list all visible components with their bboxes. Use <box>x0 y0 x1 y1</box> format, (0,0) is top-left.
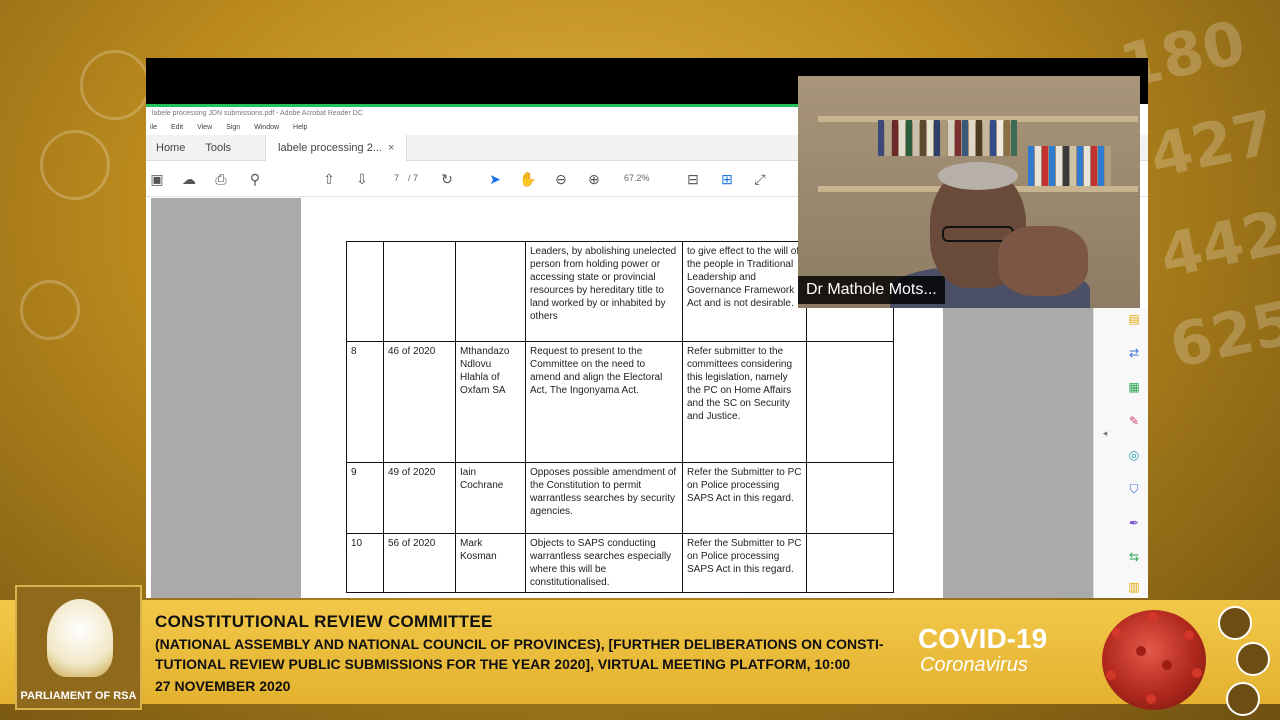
participant-video[interactable]: Dr Mathole Mots... <box>798 76 1140 308</box>
empty-cell <box>806 462 894 534</box>
covid-title: COVID-19 <box>918 623 1048 654</box>
submitter-name: Iain Cochrane <box>455 462 526 534</box>
committee-response: Refer the Submitter to PC on Police proc… <box>682 462 807 534</box>
decorative-digits: 625 <box>1164 287 1280 383</box>
fit-page-icon[interactable]: ⊟ <box>684 170 702 188</box>
committee-response: Refer submitter to the committees consid… <box>682 341 807 463</box>
menu-sign[interactable]: Sign <box>226 121 240 135</box>
virus-icon <box>1102 610 1206 710</box>
search-icon[interactable]: ⚲ <box>246 170 264 188</box>
submission-summary: Objects to SAPS conducting warrantless s… <box>525 533 683 593</box>
submitter-name: Mark Kosman <box>455 533 526 593</box>
meeting-description-line1: (NATIONAL ASSEMBLY AND NATIONAL COUNCIL … <box>155 636 884 652</box>
page-up-icon[interactable]: ⇧ <box>320 170 338 188</box>
edit-pdf-icon[interactable]: ✎ <box>1127 414 1141 428</box>
meeting-date: 27 NOVEMBER 2020 <box>155 678 291 694</box>
table-row: 10 56 of 2020 Mark Kosman Objects to SAP… <box>346 533 894 593</box>
zoom-in-icon[interactable]: ⊕ <box>585 170 603 188</box>
row-number: 8 <box>346 341 384 463</box>
submission-summary: Leaders, by abolishing unelected person … <box>525 241 683 342</box>
handwash-icon <box>1226 682 1260 716</box>
left-gray-area <box>151 198 301 598</box>
protect-icon[interactable]: ⛉ <box>1127 482 1141 496</box>
tab-tools[interactable]: Tools <box>195 142 241 154</box>
globe-icon <box>40 130 110 200</box>
submission-ref <box>383 241 456 342</box>
logo-text: PARLIAMENT OF RSA <box>20 690 137 702</box>
submission-ref: 46 of 2020 <box>383 341 456 463</box>
save-icon[interactable]: ▣ <box>148 170 166 188</box>
right-gray-area <box>943 308 1093 598</box>
decorative-digits: 427 <box>1144 97 1280 193</box>
participant-hair <box>938 162 1018 190</box>
zoom-level[interactable]: 67.2% <box>624 173 650 183</box>
participant-hand <box>998 226 1088 296</box>
menu-view[interactable]: View <box>197 121 212 135</box>
submission-summary: Request to present to the Committee on t… <box>525 341 683 463</box>
submission-ref: 56 of 2020 <box>383 533 456 593</box>
select-cursor-icon[interactable]: ➤ <box>486 170 504 188</box>
scan-icon[interactable]: ◎ <box>1127 448 1141 462</box>
tab-document[interactable]: labele processing 2... × <box>265 134 408 161</box>
zoom-out-icon[interactable]: ⊖ <box>552 170 570 188</box>
table-row: 8 46 of 2020 Mthandazo Ndlovu Hlahla of … <box>346 341 894 463</box>
menu-edit[interactable]: Edit <box>171 121 183 135</box>
submitter-name: Mthandazo Ndlovu Hlahla of Oxfam SA <box>455 341 526 463</box>
parliament-logo: PARLIAMENT OF RSA <box>15 585 142 710</box>
print-icon[interactable]: ⎙ <box>212 170 230 188</box>
tab-document-label: labele processing 2... <box>278 141 382 154</box>
participant-name-label: Dr Mathole Mots... <box>798 276 945 304</box>
row-number: 9 <box>346 462 384 534</box>
fullscreen-icon[interactable]: ⤢ <box>751 170 769 188</box>
page-total: / 7 <box>408 173 419 183</box>
create-pdf-icon[interactable]: ▦ <box>1127 380 1141 394</box>
empty-cell <box>806 341 894 463</box>
rotate-icon[interactable]: ↻ <box>438 170 456 188</box>
organize-icon[interactable]: ⇆ <box>1127 550 1141 564</box>
table-row: 9 49 of 2020 Iain Cochrane Opposes possi… <box>346 462 894 534</box>
globe-icon <box>80 50 150 120</box>
coat-of-arms-icon <box>47 599 113 677</box>
export-pdf-icon[interactable]: ⇄ <box>1127 346 1141 360</box>
collapse-panel-icon[interactable]: ◂ <box>1098 426 1112 440</box>
covid-banner: COVID-19 Coronavirus <box>918 623 1048 677</box>
committee-title: CONSTITUTIONAL REVIEW COMMITTEE <box>155 612 493 631</box>
menu-file[interactable]: ile <box>150 121 157 135</box>
tab-home[interactable]: Home <box>146 142 195 154</box>
row-number <box>346 241 384 342</box>
scroll-mode-icon[interactable]: ⊞ <box>718 170 736 188</box>
committee-response: Refer the Submitter to PC on Police proc… <box>682 533 807 593</box>
fill-sign-icon[interactable]: ✒ <box>1127 516 1141 530</box>
distancing-icon <box>1236 642 1270 676</box>
meeting-description-line2: TUTIONAL REVIEW PUBLIC SUBMISSIONS FOR T… <box>155 656 851 672</box>
broadcast-caption: CONSTITUTIONAL REVIEW COMMITTEE (NATIONA… <box>155 612 895 694</box>
hygiene-icon <box>1218 606 1252 640</box>
comment-icon[interactable]: ▤ <box>1127 312 1141 326</box>
close-tab-icon[interactable]: × <box>388 142 394 154</box>
row-number: 10 <box>346 533 384 593</box>
page-down-icon[interactable]: ⇩ <box>353 170 371 188</box>
more-tools-icon[interactable]: ▥ <box>1127 580 1141 594</box>
decorative-digits: 442 <box>1154 197 1280 293</box>
tools-side-panel: ▤ ⇄ ▦ ✎ ◎ ⛉ ✒ ⇆ ▥ ◂ <box>1093 308 1148 598</box>
hand-tool-icon[interactable]: ✋ <box>519 170 537 188</box>
submitter-name <box>455 241 526 342</box>
committee-response: to give effect to the will of the people… <box>682 241 807 342</box>
submission-summary: Opposes possible amendment of the Consti… <box>525 462 683 534</box>
menu-help[interactable]: Help <box>293 121 307 135</box>
books <box>878 120 1017 156</box>
submission-ref: 49 of 2020 <box>383 462 456 534</box>
globe-icon <box>20 280 80 340</box>
books <box>1028 146 1111 186</box>
empty-cell <box>806 533 894 593</box>
upload-icon[interactable]: ☁ <box>180 170 198 188</box>
menu-window[interactable]: Window <box>254 121 279 135</box>
page-number-input[interactable]: 7 <box>394 173 399 183</box>
covid-subtitle: Coronavirus <box>920 654 1028 676</box>
